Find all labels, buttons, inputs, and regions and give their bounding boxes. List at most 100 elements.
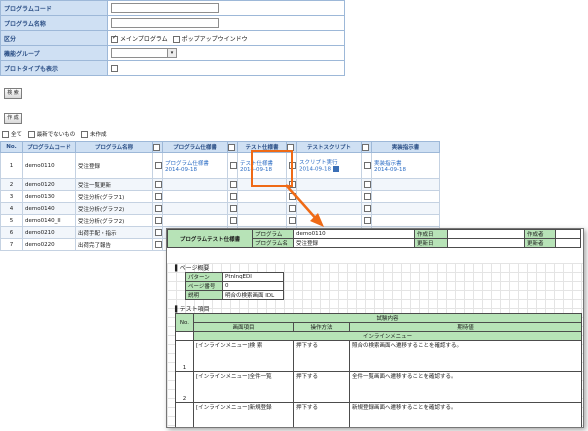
row-no: 7 <box>0 238 23 251</box>
col-no-label: No. <box>175 313 194 332</box>
program-name-label: プログラム名称 <box>0 15 108 31</box>
doc-program-name-value: 受注登録 <box>293 238 415 248</box>
filter-all-checkbox[interactable] <box>2 131 9 138</box>
filter-all-label: 全て <box>11 132 23 138</box>
program-code-label: プログラムコード <box>0 0 108 16</box>
prototype-checkbox[interactable] <box>111 64 118 72</box>
program-name-input[interactable] <box>111 18 219 28</box>
category-main-checkbox[interactable]: ✓ <box>111 34 118 43</box>
col-impl-check-header <box>361 141 372 153</box>
table-row[interactable]: 4 demo0140 受注分析(グラフ2) <box>0 202 440 215</box>
script-date: 2014-09-18 <box>299 166 331 173</box>
impl-date: 2014-09-18 <box>374 166 406 173</box>
doc-creator-value <box>555 229 581 239</box>
group-select[interactable]: ▾ <box>111 48 177 58</box>
row-code: demo0140_II <box>22 214 76 227</box>
row-impl-checkbox[interactable] <box>364 193 371 200</box>
row-spec-checkbox[interactable] <box>155 241 162 248</box>
test-all-checkbox[interactable] <box>228 143 235 151</box>
impl-link[interactable]: 実装指示書 <box>374 159 437 167</box>
create-button[interactable]: 作 成 <box>4 113 22 124</box>
row-impl-checkbox[interactable] <box>364 205 371 212</box>
row-name: 受注登録 <box>75 152 153 179</box>
row-test-checkbox[interactable] <box>230 181 237 188</box>
row-impl-checkbox[interactable] <box>364 217 371 224</box>
row-spec-checkbox[interactable] <box>155 229 162 236</box>
col-content-label: 試験内容 <box>192 313 583 323</box>
col-code-header: プログラムコード <box>22 141 76 153</box>
row-code: demo0220 <box>22 238 76 251</box>
test-row-op: 押下する <box>293 371 350 403</box>
doc-updater-value <box>555 238 581 248</box>
test-row-item: [インラインメニュー]検 索 <box>193 340 294 372</box>
col-impl-header: 実装指示書 <box>371 141 440 153</box>
filter-not-created-checkbox[interactable] <box>81 131 89 138</box>
row-spec-checkbox[interactable] <box>155 193 162 200</box>
category-main-label: メインプログラム <box>120 35 168 43</box>
table-row[interactable]: 3 demo0130 受注分析(グラフ1) <box>0 190 440 203</box>
impl-all-checkbox[interactable] <box>362 143 369 151</box>
row-test-checkbox[interactable] <box>230 205 237 212</box>
row-name: 受注分析(グラフ2) <box>75 214 153 227</box>
row-no: 6 <box>0 226 23 239</box>
test-row-no: 1 <box>175 340 194 372</box>
test-row-op: 押下する <box>293 340 350 372</box>
search-form: プログラムコード プログラム名称 区分 ✓ メインプログラム ポップアップウインド… <box>0 0 345 76</box>
category-popup-checkbox[interactable] <box>172 35 180 43</box>
edit-icon[interactable] <box>332 166 339 173</box>
test-row: 3 [インラインメニュー]新規登録 押下する 新規登録画面へ遷移することを確認す… <box>175 402 583 427</box>
row-spec-checkbox[interactable] <box>155 205 162 212</box>
col-screen-label: 画面項目 <box>193 322 294 332</box>
table-row[interactable]: 2 demo0120 受注一覧更新 <box>0 178 440 191</box>
table-row[interactable]: 5 demo0140_II 受注分析(グラフ2) <box>0 214 440 227</box>
row-name: 受注分析(グラフ2) <box>75 202 153 215</box>
row-impl-checkbox[interactable] <box>364 181 371 188</box>
test-items-table: No. 試験内容 画面項目 操作方法 期待値 インラインメニュー 1 [インライ… <box>175 313 583 427</box>
col-test-check-header <box>227 141 238 153</box>
desc-label: 説明 <box>185 290 223 300</box>
page-no-value: 0 <box>222 281 284 291</box>
program-code-input[interactable] <box>111 3 219 13</box>
row-code: demo0140 <box>22 202 76 215</box>
page-section-heading: ▌ページ概要 <box>175 265 210 272</box>
row-test-checkbox[interactable] <box>230 162 237 169</box>
test-row-expected: 全件一覧画面へ遷移することを確認する。 <box>348 371 583 403</box>
test-row-expected: 照合の検索画面へ遷移することを確認する。 <box>348 340 583 372</box>
spec-all-checkbox[interactable] <box>153 143 160 151</box>
table-row[interactable]: 1 demo0110 受注登録 プログラム仕様書 2014-09-18 テスト仕様… <box>0 152 440 179</box>
menu-group-label: インラインメニュー <box>192 331 583 341</box>
row-spec-checkbox[interactable] <box>155 181 162 188</box>
col-op-label: 操作方法 <box>293 322 350 332</box>
desc-value: 明合の検索画面 IDL <box>222 290 284 300</box>
test-spec-document: プログラムテスト仕様書 プログラム demo0110 作成日 作成者 プログラム… <box>166 228 584 428</box>
row-no: 5 <box>0 214 23 227</box>
doc-updater-label: 更新者 <box>524 238 556 248</box>
row-spec-checkbox[interactable] <box>155 162 162 169</box>
row-test-checkbox[interactable] <box>230 193 237 200</box>
row-impl-checkbox[interactable] <box>364 162 371 169</box>
row-code: demo0110 <box>22 152 76 179</box>
test-row-op: 押下する <box>293 402 350 427</box>
row-code: demo0120 <box>22 178 76 191</box>
filter-not-latest-checkbox[interactable] <box>27 131 35 138</box>
script-link[interactable]: スクリプト実行 <box>299 158 359 166</box>
test-row-no: 3 <box>175 402 194 427</box>
doc-creator-label: 作成者 <box>524 229 556 239</box>
filter-not-created-label: 未作成 <box>90 132 107 138</box>
row-no: 2 <box>0 178 23 191</box>
row-name: 受注分析(グラフ1) <box>75 190 153 203</box>
row-no: 3 <box>0 190 23 203</box>
col-no-header: No. <box>0 141 23 153</box>
row-spec-checkbox[interactable] <box>155 217 162 224</box>
filter-bar: 全て 最新でないもの 未作成 <box>2 130 107 138</box>
test-row-item: [インラインメニュー]新規登録 <box>193 402 294 427</box>
doc-title: プログラムテスト仕様書 <box>167 229 253 248</box>
doc-program-name-label: プログラム名 <box>252 238 294 248</box>
search-button[interactable]: 検 索 <box>4 88 22 99</box>
spec-link[interactable]: プログラム仕様書 <box>165 159 225 167</box>
doc-created-label: 作成日 <box>414 229 448 239</box>
col-name-header: プログラム名称 <box>75 141 153 153</box>
row-test-checkbox[interactable] <box>230 217 237 224</box>
page-no-label: ページ番号 <box>185 281 223 291</box>
test-row-expected: 新規登録画面へ遷移することを確認する。 <box>348 402 583 427</box>
